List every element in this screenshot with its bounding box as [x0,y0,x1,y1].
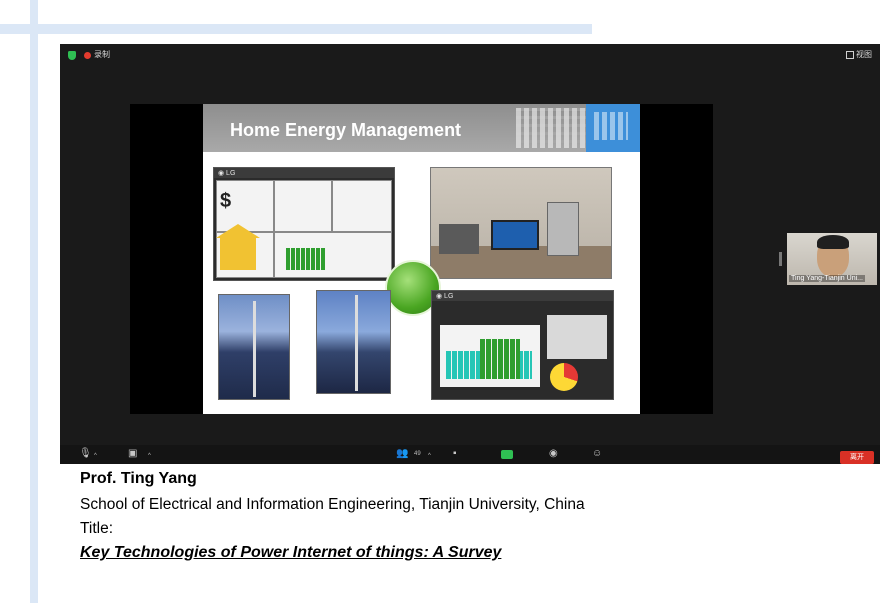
speaker-affiliation: School of Electrical and Information Eng… [80,496,585,513]
end-meeting-button[interactable]: 离开 [840,451,874,464]
meeting-toolbar: 🎙 ^ ▣ ^ 👥 49 ^ ▪ ◉ ☺ 离开 [60,445,880,464]
view-icon[interactable] [846,51,854,59]
house-icon [216,224,260,270]
energy-schedule-screenshot: ◉ LG [431,290,614,400]
decorative-vertical-bar [30,0,38,603]
solar-panel-photo-2 [316,290,391,394]
chevron-up-icon[interactable]: ^ [428,453,431,459]
lab-photo [430,167,612,279]
menu-list-graphic [547,315,607,359]
slide-header: Home Energy Management [203,104,640,152]
video-off-icon[interactable]: ▣ [128,448,137,460]
shared-screen: Home Energy Management ◉ LG $ ◉ LG [130,104,713,414]
record-icon [84,52,91,59]
lab-refrigerator [547,202,579,256]
view-button[interactable]: 视图 [856,49,872,60]
speaker-name: Prof. Ting Yang [80,470,197,487]
record-button-icon[interactable]: ◉ [549,448,558,460]
energy-bar-graphic [286,248,326,270]
solar-panel-photo-1 [218,294,290,400]
slide-corner-block [586,104,640,152]
gallery-drag-handle[interactable] [779,252,782,266]
participant-video-tile[interactable]: Ting Yang-Tianjin Uni... [787,233,877,285]
chevron-up-icon[interactable]: ^ [94,453,97,459]
presentation-slide: Home Energy Management ◉ LG $ ◉ LG [203,104,640,414]
meeting-window: 录制 视图 Home Energy Management ◉ LG $ ◉ LG… [60,44,880,464]
lab-display [491,220,539,250]
decorative-horizontal-bar [0,24,592,34]
lg-logo: ◉ LG [218,170,236,177]
dollar-icon: $ [220,190,232,212]
lg-logo: ◉ LG [436,293,454,300]
mic-muted-icon[interactable]: 🎙 [79,448,92,460]
talk-title: Key Technologies of Power Internet of th… [80,544,502,561]
talk-title-label: Title: [80,520,114,537]
pie-graphic [550,363,578,391]
reactions-icon[interactable]: ☺ [592,448,602,460]
shield-icon[interactable] [68,51,76,60]
consumption-chart-graphic [440,325,540,387]
slide-title: Home Energy Management [230,120,462,140]
energy-dashboard-screenshot: ◉ LG $ [213,167,395,281]
participant-count: 49 [414,451,421,457]
recording-label: 录制 [94,50,110,59]
chevron-up-icon[interactable]: ^ [148,453,151,459]
meeting-topbar: 录制 视图 [60,44,880,66]
chat-icon[interactable]: ▪ [453,448,457,460]
slide-pattern [516,108,586,148]
share-screen-icon[interactable] [501,450,513,459]
participants-icon[interactable]: 👥 [396,448,408,460]
participant-name-label: Ting Yang-Tianjin Uni... [789,275,865,282]
